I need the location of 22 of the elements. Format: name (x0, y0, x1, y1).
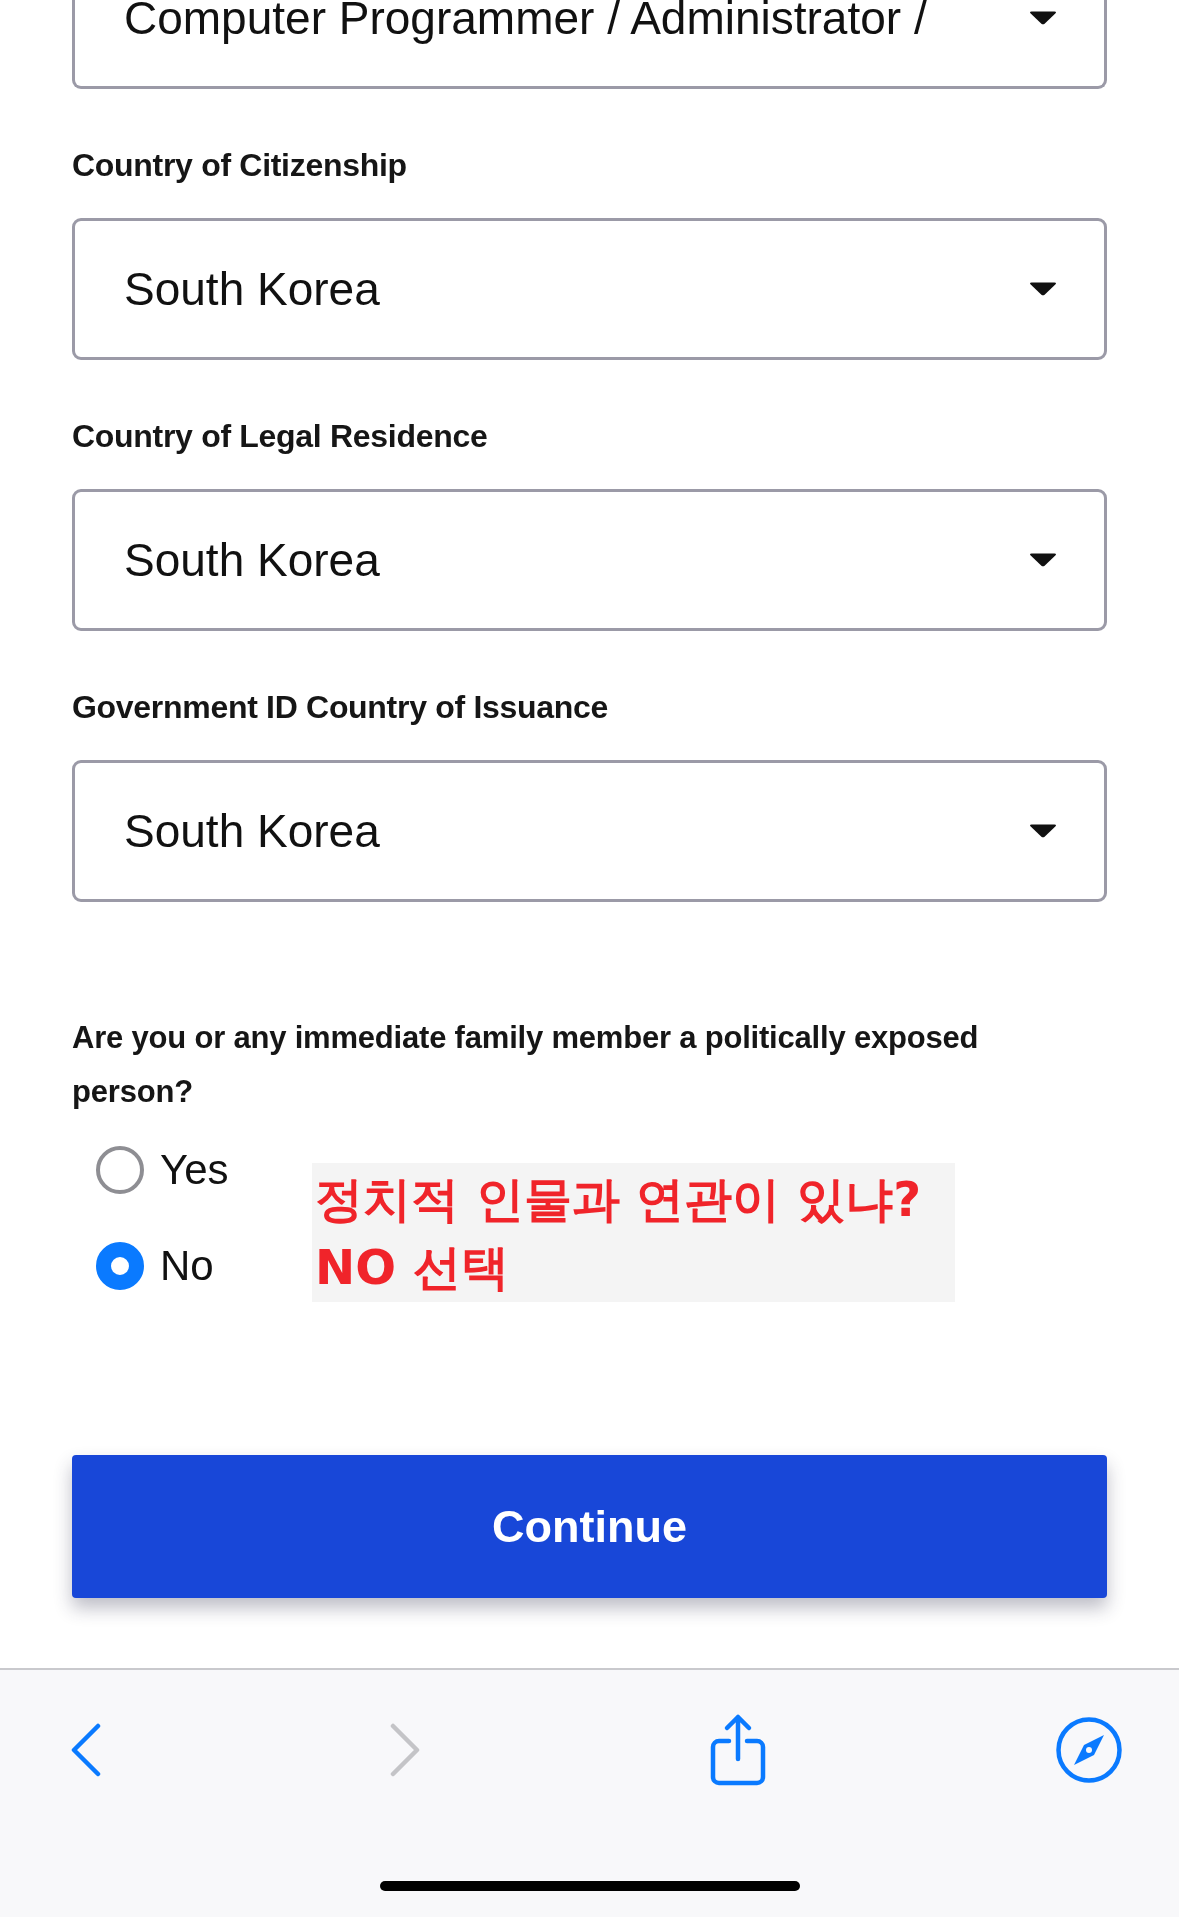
dropdown-field[interactable]: South Korea (72, 489, 1107, 631)
share-icon[interactable] (709, 1713, 767, 1787)
caret-icon (1029, 553, 1057, 567)
field-label: Country of Citizenship (72, 147, 407, 183)
dropdown-field[interactable]: South Korea (72, 760, 1107, 902)
field-label: Government ID Country of Issuance (72, 689, 608, 725)
radio-button[interactable] (96, 1146, 144, 1194)
caret-icon (1029, 282, 1057, 296)
chevron-left-icon[interactable] (71, 1723, 101, 1777)
caret-icon (1029, 11, 1057, 25)
annotation-text: 정치적 인물과 연관이 있냐? (315, 1169, 921, 1229)
annotation-text: NO 선택 (315, 1237, 509, 1297)
option-label[interactable]: Yes (160, 1145, 229, 1195)
field-label: Country of Legal Residence (72, 418, 488, 454)
radio-button[interactable] (96, 1242, 144, 1290)
dropdown-field[interactable]: Computer Programmer / Administrator / (72, 0, 1107, 89)
option-label[interactable]: No (160, 1241, 214, 1291)
continue-button[interactable]: Continue (72, 1455, 1107, 1598)
question-text: Are you or any immediate family member a politically exposed person? (72, 1019, 980, 1111)
caret-icon (1029, 824, 1057, 838)
compass-icon[interactable] (1056, 1717, 1122, 1783)
dropdown-field[interactable]: South Korea (72, 218, 1107, 360)
